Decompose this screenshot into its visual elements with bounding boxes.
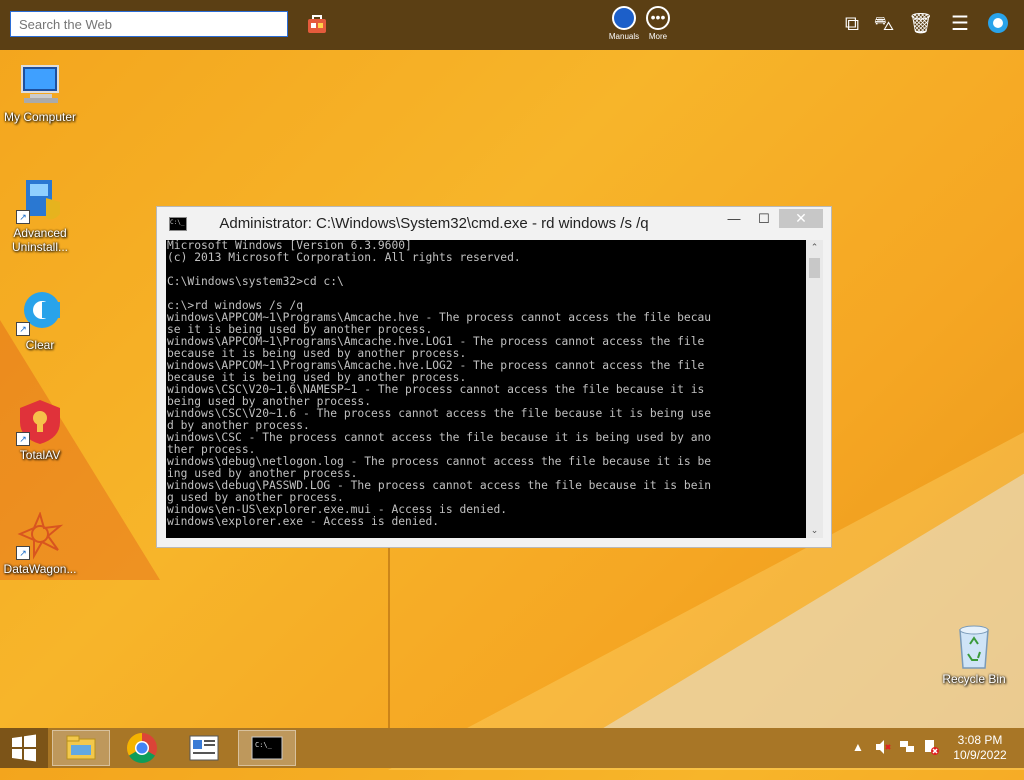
more-button[interactable]: ••• More xyxy=(638,6,678,41)
ellipsis-icon: ••• xyxy=(646,6,670,30)
menu-icon[interactable]: ☰ xyxy=(948,12,972,36)
minimize-button[interactable]: — xyxy=(721,209,747,229)
desktop-icon-label: Clear xyxy=(25,338,55,352)
shortcut-arrow-icon: ↗ xyxy=(16,432,30,446)
taskbar: C:\_ ▲ 3:08 PM 10/9/2022 xyxy=(0,728,1024,768)
store-icon[interactable] xyxy=(306,13,328,35)
console-text: Microsoft Windows [Version 6.3.9600] (c)… xyxy=(167,240,712,528)
book-icon xyxy=(612,6,636,30)
desktop-icon-label: My Computer xyxy=(3,110,77,124)
desktop-icon-totalav[interactable]: ↗ TotalAV xyxy=(0,398,82,462)
windows-logo-icon xyxy=(12,734,36,762)
desktop-icon-label: Recycle Bin xyxy=(942,672,1006,686)
network-icon[interactable] xyxy=(898,738,916,778)
desktop-icon-label: Advanced Uninstall... xyxy=(11,226,69,254)
maximize-button[interactable]: ☐ xyxy=(751,209,777,229)
scroll-up-icon[interactable]: ⌃ xyxy=(806,242,823,253)
chrome-icon xyxy=(126,733,157,764)
window-title: Administrator: C:\Windows\System32\cmd.e… xyxy=(219,215,649,232)
console-output[interactable]: Microsoft Windows [Version 6.3.9600] (c)… xyxy=(166,240,806,538)
show-hidden-icons-icon[interactable]: ▲ xyxy=(852,740,864,780)
desktop-icon-recycle-bin[interactable]: Recycle Bin xyxy=(932,622,1016,686)
scroll-down-icon[interactable]: ⌄ xyxy=(806,525,823,536)
shortcut-arrow-icon: ↗ xyxy=(16,210,30,224)
taskbar-cmd[interactable]: C:\_ xyxy=(238,730,296,766)
start-button[interactable] xyxy=(0,728,48,768)
speaker-muted-icon[interactable] xyxy=(874,738,892,778)
clock-date: 10/9/2022 xyxy=(953,748,1007,762)
scroll-thumb[interactable] xyxy=(809,258,820,278)
desktop-icon-my-computer[interactable]: My Computer xyxy=(0,60,82,124)
taskbar-chrome[interactable] xyxy=(114,730,172,766)
taskbar-file-explorer[interactable] xyxy=(52,730,110,766)
installer-icon: ↗ xyxy=(16,176,64,224)
clock-time: 3:08 PM xyxy=(957,733,1003,747)
shortcut-arrow-icon: ↗ xyxy=(16,546,30,560)
browser-toolbar: Manuals ••• More ⧉ ⛍ 🗑 ☰ xyxy=(0,0,1024,50)
recycle-bin-icon xyxy=(950,622,998,670)
computer-icon xyxy=(16,60,64,108)
file-explorer-icon xyxy=(66,735,96,760)
more-label: More xyxy=(648,32,668,41)
shortcut-arrow-icon: ↗ xyxy=(16,322,30,336)
translate-icon[interactable]: ⧉ xyxy=(840,12,864,36)
star-icon: ↗ xyxy=(16,511,64,560)
vertical-scrollbar[interactable]: ⌃ ⌄ xyxy=(806,240,823,538)
desktop-icon-label: DataWagon... xyxy=(3,562,77,576)
desktop-icon-datawagon[interactable]: ↗ DataWagon... xyxy=(0,511,82,576)
desktop-icon-advanced-uninstaller[interactable]: ↗ Advanced Uninstall... xyxy=(0,176,82,254)
close-button[interactable]: ✕ xyxy=(779,209,823,228)
desktop-wallpaper-line xyxy=(388,540,390,730)
cmd-window: C:\_ Administrator: C:\Windows\System32\… xyxy=(156,206,832,548)
window-titlebar[interactable]: C:\_ Administrator: C:\Windows\System32\… xyxy=(157,207,831,239)
desktop-icon-label: TotalAV xyxy=(19,448,61,462)
shield-icon: ↗ xyxy=(16,398,64,446)
app-logo-icon[interactable] xyxy=(986,12,1010,36)
cmd-icon: C:\_ xyxy=(251,736,283,760)
trash-icon[interactable]: 🗑 xyxy=(908,12,933,36)
taskbar-document-viewer[interactable] xyxy=(176,730,234,766)
svg-text:C:\_: C:\_ xyxy=(255,741,273,749)
document-viewer-icon xyxy=(189,735,219,761)
manuals-label: Manuals xyxy=(608,32,640,41)
action-center-icon[interactable] xyxy=(922,738,940,778)
taskbar-clock[interactable]: 3:08 PM 10/9/2022 xyxy=(948,733,1012,763)
car-icon[interactable]: ⛍ xyxy=(872,12,896,36)
search-input[interactable] xyxy=(10,11,288,37)
desktop-icon-clear[interactable]: ↗ Clear xyxy=(0,288,82,352)
clear-icon: ↗ xyxy=(16,288,64,336)
